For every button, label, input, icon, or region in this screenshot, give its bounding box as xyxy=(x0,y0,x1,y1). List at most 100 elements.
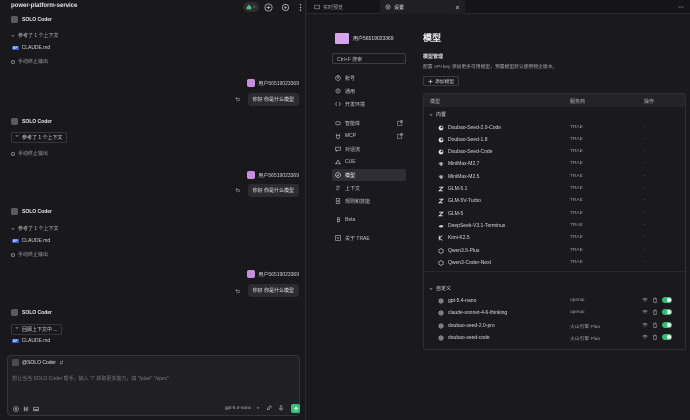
provider-name: 火山引擎 Plan xyxy=(570,336,601,342)
agent-mention[interactable]: @SOLO Coder xyxy=(12,359,64,366)
context-ref[interactable]: 参考了 1 个上下文 xyxy=(11,225,59,232)
model-name: gpt-5.4-nano xyxy=(448,298,477,304)
context-ref-text: 参考了 1 个上下文 xyxy=(18,33,59,39)
profile-card[interactable]: 用户56519023369 xyxy=(335,33,394,44)
nav-item-context[interactable]: 上下文 xyxy=(332,182,406,194)
nav-item-general[interactable]: 通用 xyxy=(332,85,406,97)
user-avatar xyxy=(247,270,256,278)
table-row[interactable]: Qwen3.5-Plus TRAE - xyxy=(424,245,685,257)
context-ref[interactable]: 参考了 1 个上下文 xyxy=(11,32,59,39)
context-ref-text: 回顾上下文中 ... xyxy=(22,327,58,333)
nav-item-mcp[interactable]: MCP xyxy=(332,130,406,142)
undo-icon[interactable] xyxy=(234,187,240,193)
nav-item-chatflow[interactable]: 对话流 xyxy=(332,143,406,155)
undo-icon[interactable] xyxy=(234,288,240,294)
swap-icon[interactable] xyxy=(59,360,64,365)
chevron-down-icon xyxy=(429,113,433,116)
chevron-down-icon[interactable] xyxy=(65,4,70,9)
tab-settings[interactable]: 设置 xyxy=(380,0,465,14)
trash-icon[interactable] xyxy=(652,297,658,303)
tab-live-preview[interactable]: 实时预览 xyxy=(309,0,348,14)
provider-name: openai xyxy=(570,310,585,316)
table-row[interactable]: MiniMax-M2.7 TRAE - xyxy=(424,158,685,170)
model-name: Doubao-Seed-1.8 xyxy=(448,136,488,143)
provider-name: TRAE xyxy=(570,247,583,253)
nav-item-cue[interactable]: CUE xyxy=(332,156,406,168)
more-icon[interactable] xyxy=(678,4,684,10)
chat-input-box[interactable]: @SOLO Coder 想让当当 SOLO Coder 帮手。输入 "/" 获取… xyxy=(7,355,300,416)
wifi-icon[interactable] xyxy=(642,334,648,340)
table-row[interactable]: gpt-5.4-nano openai xyxy=(424,295,685,307)
table-row[interactable]: GLM-5 TRAE - xyxy=(424,208,685,220)
at-icon[interactable] xyxy=(13,406,19,412)
table-row[interactable]: GLM-5V-Turbo TRAE - xyxy=(424,195,685,207)
nav-item-rules[interactable]: 规则和技能 xyxy=(332,195,406,207)
table-row[interactable]: GLM-5.1 TRAE - xyxy=(424,183,685,195)
gear-icon xyxy=(335,88,341,94)
enable-toggle[interactable] xyxy=(662,297,672,303)
table-row[interactable]: Qwen3-Coder-Next TRAE - xyxy=(424,257,685,269)
more-icon[interactable] xyxy=(296,3,305,12)
close-icon[interactable] xyxy=(455,5,460,10)
external-link-icon xyxy=(397,133,403,139)
profile-name: 用户56519023369 xyxy=(353,36,394,42)
user-message: 你好 你是什么模型 xyxy=(247,93,299,106)
nav-item-account[interactable]: 账号 xyxy=(332,72,406,84)
wifi-icon[interactable] xyxy=(642,297,648,303)
table-row[interactable]: doubao-seed-2.0-pro 火山引擎 Plan xyxy=(424,320,685,332)
group-custom[interactable]: 自定义 xyxy=(424,282,685,295)
nav-item-devenv[interactable]: 开发环境 xyxy=(332,98,406,110)
table-row[interactable]: Doubao-Seed-1.8 TRAE - xyxy=(424,134,685,146)
model-name: MiniMax-M2.5 xyxy=(448,173,480,180)
edit-icon[interactable] xyxy=(266,405,272,411)
wifi-icon[interactable] xyxy=(642,309,648,315)
settings-gear-icon[interactable] xyxy=(281,3,290,12)
table-row[interactable]: Kimi-K2.5 TRAE - xyxy=(424,232,685,244)
table-row[interactable]: Doubao-Seed-2.0-Code TRAE - xyxy=(424,122,685,134)
new-chat-icon[interactable] xyxy=(264,3,273,12)
nav-label: 开发环境 xyxy=(345,101,366,108)
enable-toggle[interactable] xyxy=(662,309,672,316)
table-row[interactable]: MiniMax-M2.5 TRAE - xyxy=(424,171,685,183)
chevron-down-icon[interactable] xyxy=(256,406,260,410)
nav-item-about[interactable]: 关于 TRAE xyxy=(332,232,406,244)
nav-item-agents[interactable]: 智能体 xyxy=(332,117,406,129)
wifi-icon[interactable] xyxy=(642,322,648,328)
hash-icon[interactable] xyxy=(23,406,29,412)
nav-label: 账号 xyxy=(345,75,356,82)
image-icon[interactable] xyxy=(33,406,39,412)
context-ref[interactable]: 回顾上下文中 ... xyxy=(11,324,62,335)
file-chip[interactable]: EF CLAUDE.md xyxy=(12,238,50,244)
chat-input-placeholder[interactable]: 想让当当 SOLO Coder 帮手。输入 "/" 获取更多能力，如 "/pla… xyxy=(12,375,169,382)
table-row[interactable]: Doubao-Seed-Code TRAE - xyxy=(424,146,685,158)
trash-icon[interactable] xyxy=(652,334,658,340)
undo-icon[interactable] xyxy=(234,96,240,102)
file-chip[interactable]: EF CLAUDE.md xyxy=(12,338,50,344)
add-model-button[interactable]: 添加模型 xyxy=(423,76,460,86)
table-row[interactable]: claude-sonnet-4-6-thinking openai xyxy=(424,307,685,319)
enable-toggle[interactable] xyxy=(662,333,672,340)
table-row[interactable]: doubao-seed-code 火山引擎 Plan xyxy=(424,332,685,344)
provider-name: TRAE xyxy=(570,235,583,241)
nav-item-models[interactable]: 模型 xyxy=(332,169,406,181)
model-selector[interactable]: gpt-5.4-nano xyxy=(225,405,251,410)
task-counter-badge[interactable]: 1 xyxy=(243,2,259,12)
chevron-down-icon xyxy=(11,227,15,230)
openai-icon xyxy=(438,323,444,328)
context-ref[interactable]: 参考了 1 个上下文 xyxy=(11,132,67,143)
table-row[interactable]: DeepSeek-V3.1-Terminus TRAE - xyxy=(424,220,685,232)
model-name: DeepSeek-V3.1-Terminus xyxy=(448,222,506,229)
trash-icon[interactable] xyxy=(652,309,658,315)
settings-search-input[interactable]: Ctrl+F 搜索 xyxy=(332,53,406,64)
user-avatar xyxy=(247,79,256,87)
trash-icon[interactable] xyxy=(652,322,658,328)
file-chip[interactable]: EF CLAUDE.md xyxy=(12,45,50,51)
nav-item-beta[interactable]: Beta xyxy=(332,214,406,226)
enable-toggle[interactable] xyxy=(662,321,672,328)
model-name: Kimi-K2.5 xyxy=(448,235,470,242)
send-button[interactable] xyxy=(291,404,300,413)
mic-icon[interactable] xyxy=(278,405,284,411)
glm-icon xyxy=(438,186,444,192)
provider-name: TRAE xyxy=(570,259,583,265)
group-builtin[interactable]: 内置 xyxy=(424,108,685,121)
